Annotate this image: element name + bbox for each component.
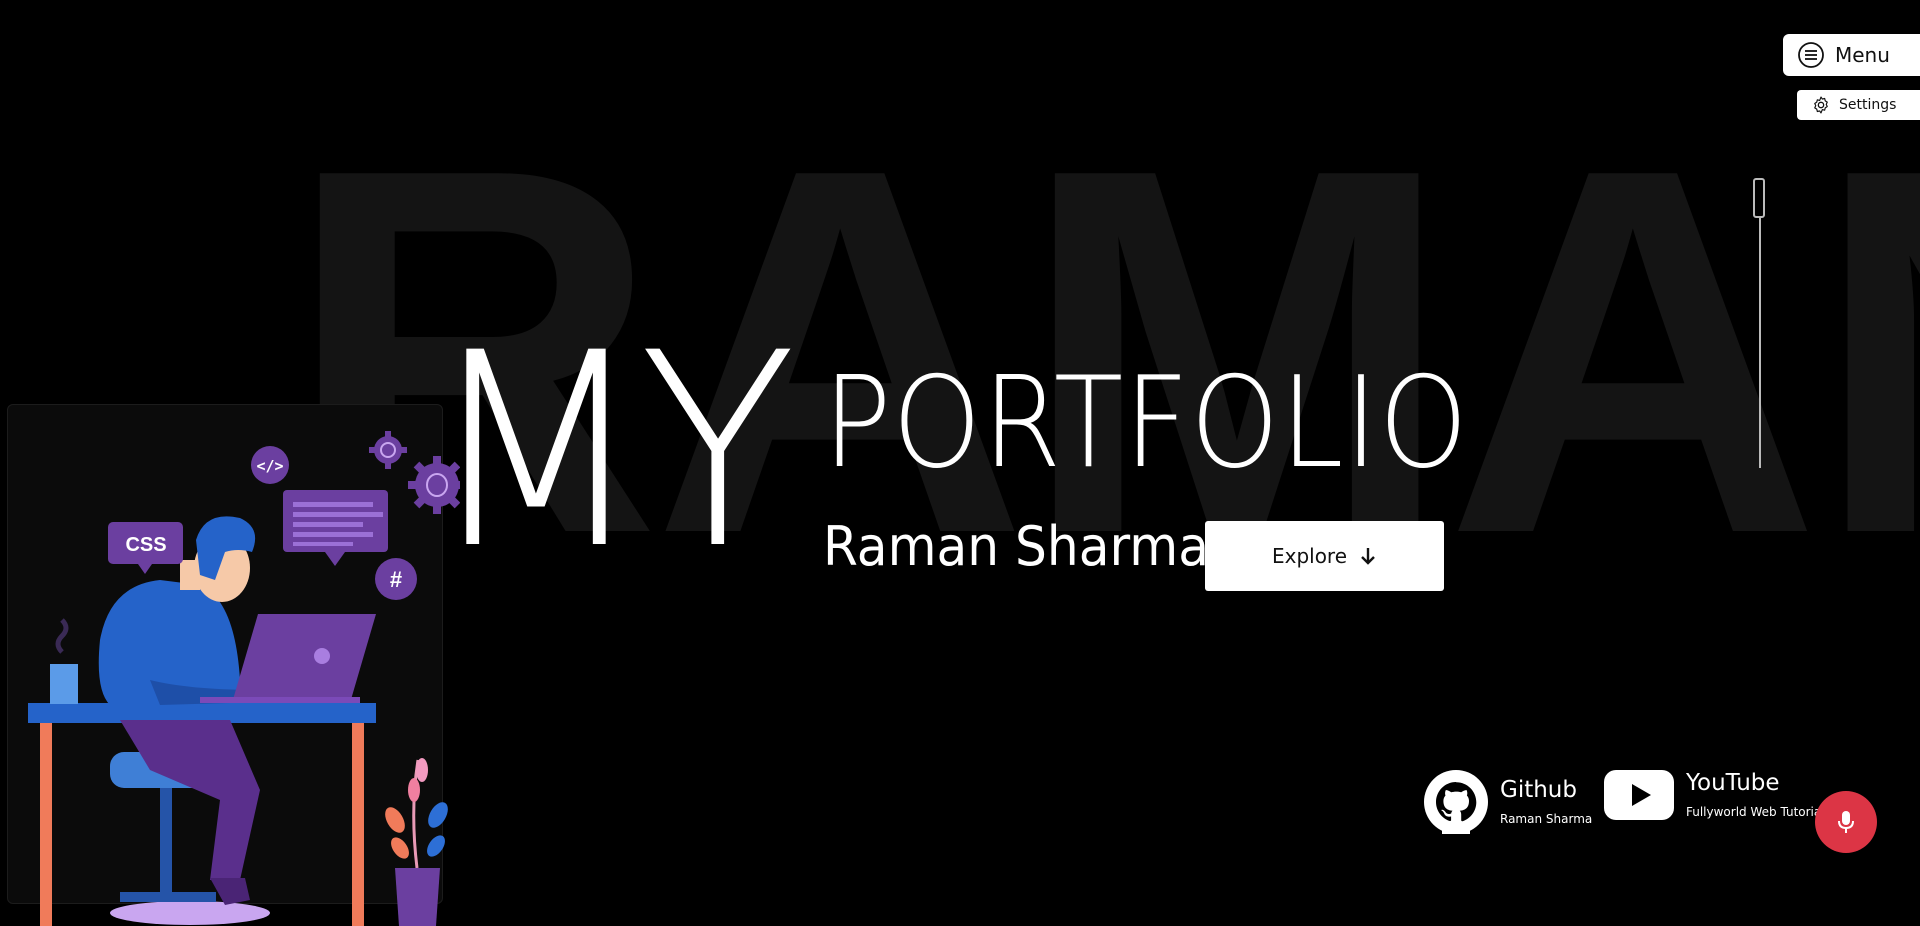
github-title: Github (1500, 777, 1577, 804)
youtube-title: YouTube (1686, 770, 1780, 797)
code-badge-text: </> (256, 457, 283, 475)
github-subtitle: Raman Sharma (1500, 811, 1593, 826)
menu-label: Menu (1835, 43, 1890, 67)
youtube-subtitle: Fullyworld Web Tutorials (1686, 804, 1831, 819)
hash-badge-text: # (390, 567, 402, 592)
microphone-button[interactable] (1815, 791, 1877, 853)
scroll-indicator-track (1759, 178, 1761, 468)
explore-button[interactable]: Explore (1205, 521, 1444, 591)
developer-illustration: CSS </> # (28, 431, 460, 926)
hamburger-circle-icon (1797, 41, 1825, 69)
hero-my-text: MY (425, 296, 796, 608)
github-icon (1424, 770, 1488, 834)
hero-portfolio-text: PORTFOLIO (823, 349, 1469, 496)
gear-icon (1811, 95, 1831, 115)
scroll-indicator-thumb[interactable] (1753, 178, 1765, 218)
github-link[interactable]: Github Raman Sharma (1424, 770, 1592, 834)
arrow-down-icon (1359, 546, 1377, 566)
css-badge-text: CSS (125, 534, 166, 556)
hero-name-text: Raman Sharma (823, 515, 1209, 578)
microphone-icon (1837, 810, 1855, 834)
gear-small-icon (369, 431, 407, 469)
menu-button[interactable]: Menu (1783, 34, 1920, 76)
settings-label: Settings (1839, 97, 1897, 113)
youtube-link[interactable]: YouTube Fullyworld Web Tutorials (1604, 770, 1831, 820)
page: RAMAN Menu Settings (0, 0, 1920, 926)
explore-label: Explore (1271, 544, 1348, 568)
settings-button[interactable]: Settings (1797, 90, 1920, 120)
youtube-icon (1604, 770, 1674, 820)
